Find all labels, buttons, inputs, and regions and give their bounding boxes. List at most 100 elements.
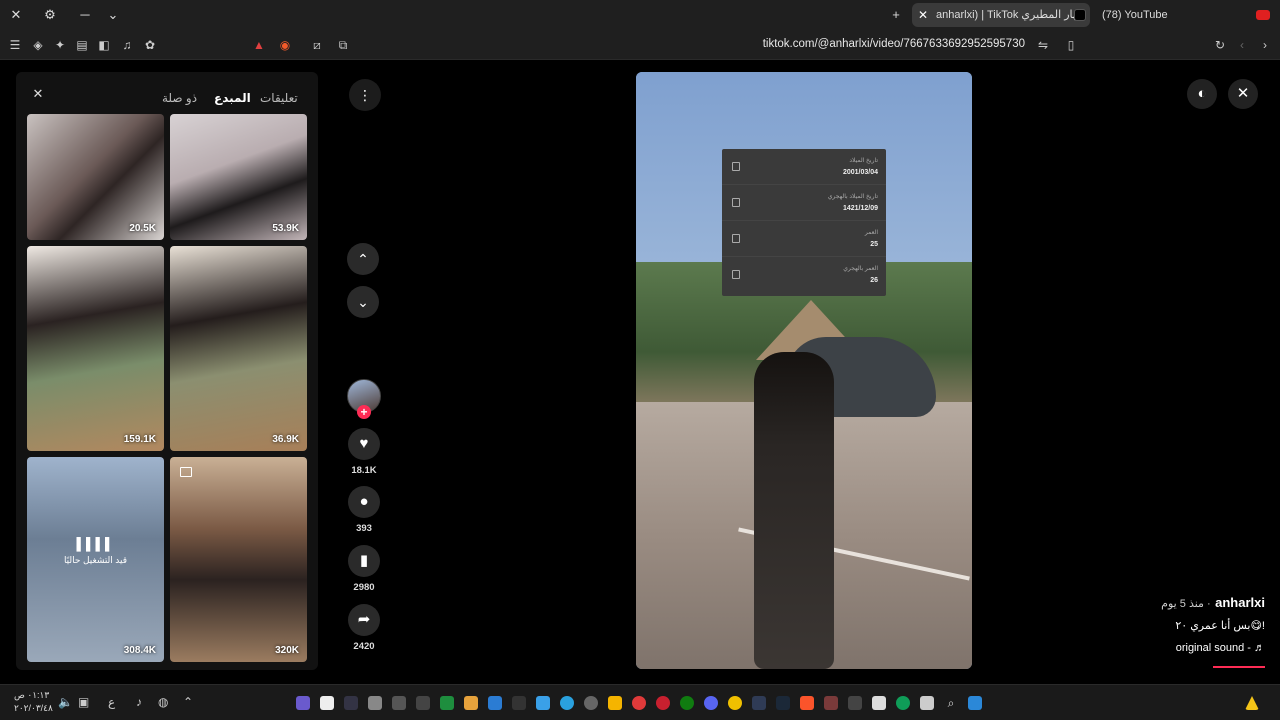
info-label: تاريخ الميلاد	[849, 158, 878, 164]
video-thumbnail[interactable]: 20.5K	[27, 114, 164, 240]
app-icon[interactable]	[632, 696, 646, 710]
app-icon[interactable]	[728, 696, 742, 710]
copy-icon	[732, 162, 740, 171]
follow-button[interactable]: +	[357, 405, 371, 419]
screenshot-icon[interactable]: ⧄	[309, 37, 325, 53]
next-video-button[interactable]: ⌄	[347, 286, 379, 318]
reader-icon[interactable]: ▤	[74, 37, 90, 53]
app-icon[interactable]	[344, 696, 358, 710]
close-tab-icon[interactable]: ✕	[918, 3, 928, 27]
taskbar-clock[interactable]: ٠١:١٣ ص ٢٠٢/٠٣/٤٨	[14, 689, 53, 715]
video-thumbnail-playing[interactable]: ▌▌▌▌ قيد التشغيل حاليًا 308.4K	[27, 457, 164, 662]
windows-start-icon[interactable]	[968, 696, 982, 710]
comment-action[interactable]: ● 393	[346, 486, 382, 534]
xbox-icon[interactable]	[680, 696, 694, 710]
warning-icon[interactable]	[1245, 696, 1259, 710]
pin-icon[interactable]: ✦	[52, 37, 68, 53]
app-icon[interactable]	[656, 696, 670, 710]
app-icon[interactable]	[920, 696, 934, 710]
chevron-up-icon[interactable]: ⌃	[183, 695, 193, 709]
back-icon[interactable]: ‹	[1234, 37, 1250, 53]
edge-icon[interactable]	[896, 696, 910, 710]
keyboard-layout-icon[interactable]: ع	[108, 695, 115, 709]
network-icon[interactable]: ◍	[158, 695, 168, 709]
brave-icon[interactable]	[800, 696, 814, 710]
video-thumbnail[interactable]: 53.9K	[170, 114, 307, 240]
video-player[interactable]: تاريخ الميلاد 2001/03/04 تاريخ الميلاد ب…	[636, 72, 972, 669]
brave-shield-icon[interactable]: ◉	[277, 37, 293, 53]
app-icon[interactable]	[464, 696, 478, 710]
discord-icon[interactable]	[704, 696, 718, 710]
mute-icon[interactable]: ◐	[1187, 79, 1217, 109]
tab-menu-icon[interactable]: ⚙	[42, 7, 58, 23]
bookmark-icon[interactable]: ▯	[1063, 37, 1079, 53]
music-icon[interactable]: ♫	[119, 37, 135, 53]
brave-rewards-icon[interactable]: ▲	[251, 37, 267, 53]
app-icon[interactable]	[512, 696, 526, 710]
display-icon[interactable]: ▣	[78, 695, 89, 709]
telegram-icon[interactable]	[560, 696, 574, 710]
minimize-icon[interactable]: ─	[77, 7, 93, 23]
app-icon[interactable]	[584, 696, 598, 710]
store-icon[interactable]	[872, 696, 886, 710]
search-icon[interactable]: ⌕	[944, 696, 958, 710]
reload-icon[interactable]: ↻	[1212, 37, 1228, 53]
info-row: العمر بالهجري 26	[722, 257, 886, 293]
chevron-down-icon[interactable]: ⌄	[105, 7, 121, 23]
new-tab-icon[interactable]: +	[888, 7, 904, 23]
previous-video-button[interactable]: ⌃	[347, 243, 379, 275]
close-panel-icon[interactable]: ✕	[28, 84, 48, 104]
video-thumbnail[interactable]: 159.1K	[27, 246, 164, 451]
app-icon[interactable]	[824, 696, 838, 710]
outlook-icon[interactable]	[488, 696, 502, 710]
volume-icon[interactable]: 🔈	[58, 695, 73, 709]
like-count: 18.1K	[351, 465, 377, 476]
settings-icon[interactable]	[368, 696, 382, 710]
video-thumbnail[interactable]: 320K	[170, 457, 307, 662]
file-icon[interactable]	[320, 696, 334, 710]
share-icon[interactable]: ➦	[348, 604, 380, 636]
folder-icon[interactable]	[536, 696, 550, 710]
info-value: 1421/12/09	[842, 205, 878, 212]
heart-icon[interactable]: ♥	[348, 428, 380, 460]
tab-creator[interactable]: المبدع	[214, 91, 251, 105]
menu-icon[interactable]: ☰	[7, 37, 23, 53]
creator-username[interactable]: anharlxi	[1215, 595, 1265, 610]
sound-label[interactable]: original sound - ♬	[1176, 642, 1265, 654]
tab-youtube[interactable]: (78) YouTube	[1096, 3, 1246, 27]
browser-toolbar: ☰ ◈ ✦ ▤ ◧ ♫ ✿ ▲ ◉ ⧄ ⧉ tiktok.com/@anharl…	[0, 30, 1280, 60]
info-row: العمر 25	[722, 221, 886, 257]
app-icon[interactable]	[416, 696, 430, 710]
comment-icon[interactable]: ●	[348, 486, 380, 518]
extensions-icon[interactable]: ✿	[142, 37, 158, 53]
tab-comments[interactable]: تعليقات	[260, 91, 298, 105]
share-action[interactable]: ➦ 2420	[346, 604, 382, 652]
app-icon[interactable]	[608, 696, 622, 710]
app-icon[interactable]	[848, 696, 862, 710]
sidebar-icon[interactable]: ◧	[96, 37, 112, 53]
video-progress[interactable]	[1213, 666, 1265, 668]
save-action[interactable]: ▮ 2980	[346, 545, 382, 593]
app-icon[interactable]	[392, 696, 406, 710]
close-window-icon[interactable]: ✕	[8, 7, 24, 23]
app-icon[interactable]	[296, 696, 310, 710]
like-action[interactable]: ♥ 18.1K	[346, 428, 382, 476]
app-icon[interactable]	[752, 696, 766, 710]
close-video-icon[interactable]: ✕	[1228, 79, 1258, 109]
microphone-icon[interactable]: ♪	[136, 695, 142, 709]
browser-tab-bar: ✕ ⚙ ─ ⌄ + ✕ anharlxi) | TikTok انهار الم…	[0, 0, 1280, 30]
address-bar-url[interactable]: tiktok.com/@anharlxi/video/7667633692952…	[763, 38, 1025, 50]
shield-icon[interactable]: ◈	[30, 37, 46, 53]
more-options-icon[interactable]: ⋮	[349, 79, 381, 111]
bookmark-icon[interactable]: ▮	[348, 545, 380, 577]
steam-icon[interactable]	[776, 696, 790, 710]
excel-icon[interactable]	[440, 696, 454, 710]
video-thumbnail[interactable]: 36.9K	[170, 246, 307, 451]
info-card: تاريخ الميلاد 2001/03/04 تاريخ الميلاد ب…	[722, 149, 886, 296]
tab-tiktok[interactable]: ✕ anharlxi) | TikTok انهار المطيري	[912, 3, 1090, 27]
forward-icon[interactable]: ›	[1257, 37, 1273, 53]
site-settings-icon[interactable]: ⇋	[1035, 37, 1051, 53]
share-count: 2420	[353, 641, 375, 652]
translate-icon[interactable]: ⧉	[335, 37, 351, 53]
tab-related[interactable]: ذو صلة	[162, 91, 197, 105]
